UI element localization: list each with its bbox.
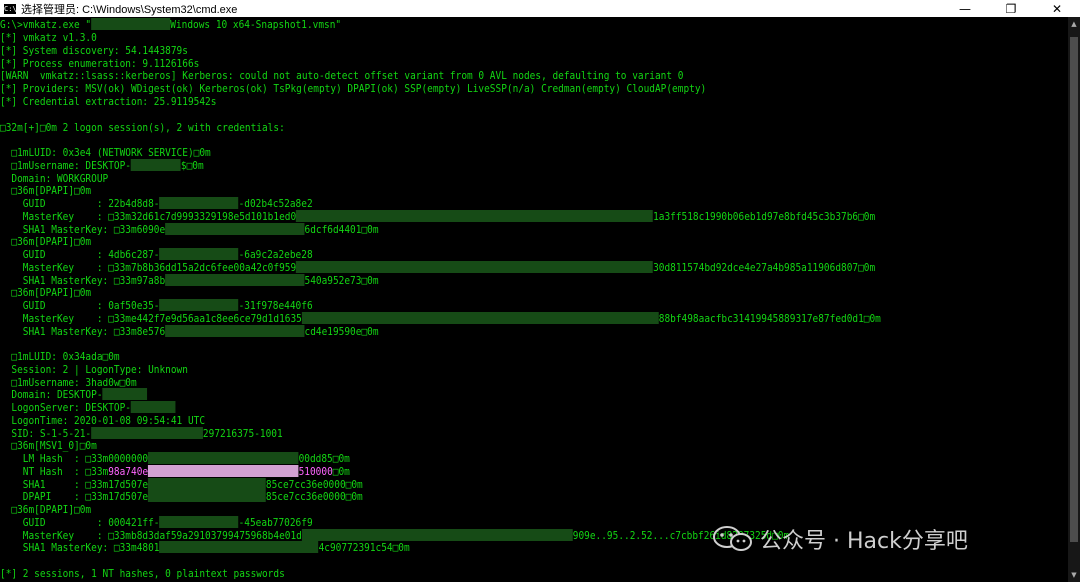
watermark-text: 公众号 · Hack分享吧 bbox=[760, 529, 968, 554]
s2-dpapi: DPAPI : □33m17d507e 85ce7cc36e0000□0m bbox=[0, 490, 363, 503]
warn-line: [WARN vmkatz::lsass::kerberos] Kerberos:… bbox=[0, 69, 684, 82]
window-controls: — ❐ ✕ bbox=[942, 0, 1080, 17]
s1-dpapi2-guid: GUID : 4db6c287- -6a9c2a2ebe28 bbox=[0, 248, 313, 261]
s1-dpapi1-masterkey: MasterKey : □33m32d61c7d9993329198e5d101… bbox=[0, 210, 876, 223]
console-output[interactable]: G:\>vmkatz.exe " Windows 10 x64-Snapshot1… bbox=[0, 17, 1068, 582]
command-line: G:\>vmkatz.exe " Windows 10 x64-Snapshot1… bbox=[0, 18, 342, 31]
s1-dpapi3-header: □36m[DPAPI]□0m bbox=[0, 286, 92, 299]
scroll-thumb[interactable] bbox=[1070, 37, 1078, 542]
s1-dpapi3-sha1: SHA1 MasterKey: □33m8e576 cd4e19590e□0m bbox=[0, 325, 379, 338]
s2-dpapi1-sha1: SHA1 MasterKey: □33m4801 4c90772391c54□0m bbox=[0, 541, 410, 554]
s1-dpapi1-header: □36m[DPAPI]□0m bbox=[0, 184, 92, 197]
discovery-line: [*] System discovery: 54.1443879s bbox=[0, 44, 188, 57]
minimize-button[interactable]: — bbox=[942, 0, 988, 17]
session1-luid: □1mLUID: 0x3e4 (NETWORK SERVICE)□0m bbox=[0, 146, 211, 159]
watermark: 公众号 · Hack分享吧 bbox=[712, 524, 1052, 554]
close-button[interactable]: ✕ bbox=[1034, 0, 1080, 17]
s2-lm-hash: LM Hash : □33m0000000 00dd85□0m bbox=[0, 452, 350, 465]
s2-msv-header: □36m[MSV1_0]□0m bbox=[0, 439, 97, 452]
session2-logon-time: LogonTime: 2020-01-08 09:54:41 UTC bbox=[0, 414, 206, 427]
vertical-scrollbar[interactable]: ▲ ▼ bbox=[1068, 17, 1080, 582]
s2-dpapi1-header: □36m[DPAPI]□0m bbox=[0, 503, 92, 516]
s1-dpapi2-header: □36m[DPAPI]□0m bbox=[0, 235, 92, 248]
s1-dpapi3-masterkey: MasterKey : □33me442f7e9d56aa1c8ee6ce79d… bbox=[0, 312, 881, 325]
cmd-icon: C:\ bbox=[4, 3, 17, 14]
session2-logon-type: Session: 2 | LogonType: Unknown bbox=[0, 363, 188, 376]
providers-line: [*] Providers: MSV(ok) WDigest(ok) Kerbe… bbox=[0, 82, 707, 95]
session2-logon-server: LogonServer: DESKTOP- bbox=[0, 401, 176, 414]
summary-line: [*] 2 sessions, 1 NT hashes, 0 plaintext… bbox=[0, 567, 285, 580]
s1-dpapi2-masterkey: MasterKey : □33m7b8b36dd15a2dc6fee00a42c… bbox=[0, 261, 876, 274]
s1-dpapi3-guid: GUID : 0af50e35- -31f978e440f6 bbox=[0, 299, 313, 312]
scroll-up-arrow-icon[interactable]: ▲ bbox=[1068, 17, 1080, 31]
s2-dpapi1-guid: GUID : 000421ff- -45eab77026f9 bbox=[0, 516, 313, 529]
s1-dpapi1-guid: GUID : 22b4d8d8- -d02b4c52a8e2 bbox=[0, 197, 313, 210]
session1-username: □1mUsername: DESKTOP- $□0m bbox=[0, 159, 204, 172]
cmd-window: C:\ 选择管理员: C:\Windows\System32\cmd.exe —… bbox=[0, 0, 1080, 582]
restore-button[interactable]: ❐ bbox=[988, 0, 1034, 17]
version-line: [*] vmkatz v1.3.0 bbox=[0, 31, 97, 44]
window-title: 选择管理员: C:\Windows\System32\cmd.exe bbox=[21, 3, 238, 16]
session2-luid: □1mLUID: 0x34ada□0m bbox=[0, 350, 120, 363]
scroll-down-arrow-icon[interactable]: ▼ bbox=[1068, 568, 1080, 582]
s2-nt-hash: NT Hash : □33m98a740e 510000□0m bbox=[0, 465, 350, 478]
wechat-logo-icon bbox=[713, 526, 752, 551]
extraction-line: [*] Credential extraction: 25.9119542s bbox=[0, 95, 217, 108]
title-bar[interactable]: C:\ 选择管理员: C:\Windows\System32\cmd.exe —… bbox=[0, 0, 1080, 17]
sessions-header-line: □32m[+]□0m 2 logon session(s), 2 with cr… bbox=[0, 121, 285, 134]
session2-domain: Domain: DESKTOP- bbox=[0, 388, 148, 401]
